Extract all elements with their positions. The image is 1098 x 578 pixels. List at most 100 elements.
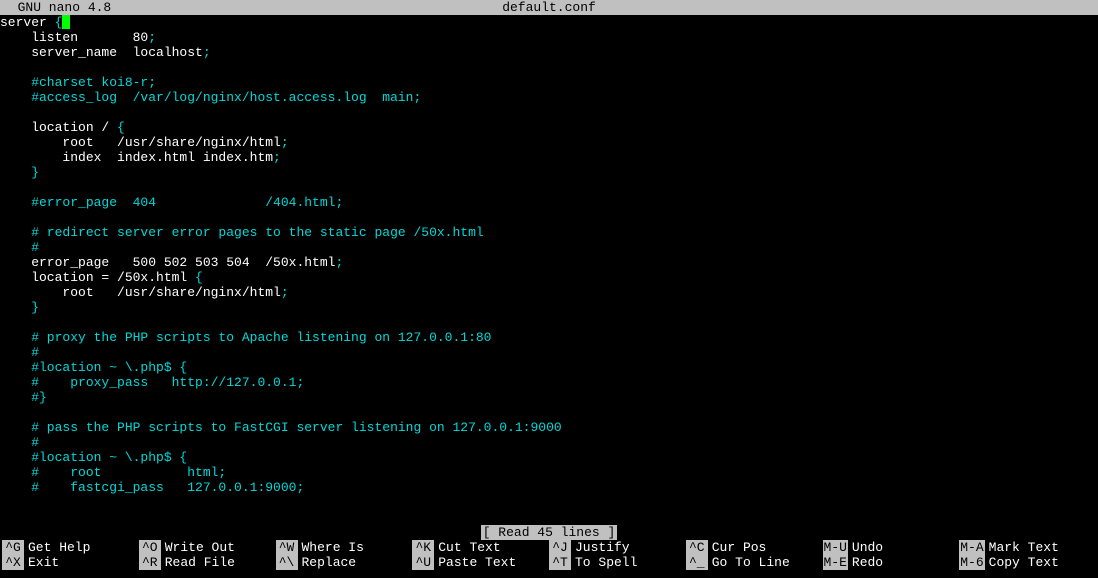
text-segment: #charset koi8-r; <box>0 75 156 90</box>
text-segment: ; <box>148 30 156 45</box>
shortcut-cut-text[interactable]: ^KCut Text <box>412 540 549 555</box>
shortcut-read-file[interactable]: ^RRead File <box>139 555 276 570</box>
editor-line[interactable]: # proxy_pass http://127.0.0.1; <box>0 375 1098 390</box>
shortcut-mark-text[interactable]: M-AMark Text <box>959 540 1096 555</box>
editor-line[interactable]: #charset koi8-r; <box>0 75 1098 90</box>
shortcut-key: M-6 <box>959 555 984 570</box>
editor-line[interactable]: error_page 500 502 503 504 /50x.html; <box>0 255 1098 270</box>
text-segment: { <box>55 15 63 30</box>
editor-line[interactable]: # redirect server error pages to the sta… <box>0 225 1098 240</box>
shortcut-key: M-A <box>959 540 984 555</box>
text-segment: error_page 500 502 503 504 /50x.html <box>0 255 335 270</box>
shortcut-desc: Get Help <box>24 540 90 555</box>
editor-line[interactable]: #error_page 404 /404.html; <box>0 195 1098 210</box>
shortcut-desc: Cut Text <box>434 540 500 555</box>
editor-line[interactable]: #location ~ \.php$ { <box>0 450 1098 465</box>
shortcut-justify[interactable]: ^JJustify <box>549 540 686 555</box>
shortcut-go-to-line[interactable]: ^_Go To Line <box>686 555 823 570</box>
shortcut-paste-text[interactable]: ^UPaste Text <box>412 555 549 570</box>
shortcut-row: ^XExit^RRead File^\Replace^UPaste Text^T… <box>0 555 1098 570</box>
shortcut-desc: Copy Text <box>985 555 1059 570</box>
editor-line[interactable]: server_name localhost; <box>0 45 1098 60</box>
editor-line[interactable] <box>0 180 1098 195</box>
text-segment: #location ~ \.php$ { <box>0 450 187 465</box>
titlebar-right-spacer <box>987 0 1096 15</box>
editor-line[interactable]: root /usr/share/nginx/html; <box>0 285 1098 300</box>
text-segment: #location ~ \.php$ { <box>0 360 187 375</box>
editor-line[interactable]: # root html; <box>0 465 1098 480</box>
editor-line[interactable]: } <box>0 300 1098 315</box>
text-segment: # root html; <box>0 465 226 480</box>
editor-line[interactable]: } <box>0 165 1098 180</box>
editor-line[interactable]: location / { <box>0 120 1098 135</box>
shortcut-replace[interactable]: ^\Replace <box>276 555 413 570</box>
shortcut-desc: Go To Line <box>708 555 790 570</box>
shortcut-exit[interactable]: ^XExit <box>2 555 139 570</box>
text-segment: } <box>31 300 39 315</box>
editor-line[interactable]: root /usr/share/nginx/html; <box>0 135 1098 150</box>
shortcut-key: ^W <box>276 540 298 555</box>
shortcut-desc: Read File <box>161 555 235 570</box>
editor-line[interactable]: # <box>0 345 1098 360</box>
text-segment: location / <box>0 120 117 135</box>
text-segment: # <box>0 435 39 450</box>
shortcut-key: ^C <box>686 540 708 555</box>
text-segment: index index.html index.htm <box>0 150 273 165</box>
shortcut-where-is[interactable]: ^WWhere Is <box>276 540 413 555</box>
shortcut-desc: Paste Text <box>434 555 516 570</box>
editor-line[interactable]: # proxy the PHP scripts to Apache listen… <box>0 330 1098 345</box>
status-line: [ Read 45 lines ] <box>0 525 1098 540</box>
text-segment: ; <box>273 150 281 165</box>
editor-line[interactable] <box>0 405 1098 420</box>
shortcut-key: ^T <box>549 555 571 570</box>
shortcut-get-help[interactable]: ^GGet Help <box>2 540 139 555</box>
text-segment: # pass the PHP scripts to FastCGI server… <box>0 420 562 435</box>
shortcut-to-spell[interactable]: ^TTo Spell <box>549 555 686 570</box>
text-segment <box>0 300 31 315</box>
shortcut-cur-pos[interactable]: ^CCur Pos <box>686 540 823 555</box>
shortcut-write-out[interactable]: ^OWrite Out <box>139 540 276 555</box>
text-segment: server_name localhost <box>0 45 203 60</box>
editor-line[interactable] <box>0 510 1098 525</box>
editor-line[interactable] <box>0 210 1098 225</box>
editor-line[interactable]: # pass the PHP scripts to FastCGI server… <box>0 420 1098 435</box>
text-segment: root /usr/share/nginx/html <box>0 285 281 300</box>
editor-line[interactable]: # <box>0 240 1098 255</box>
text-segment: ; <box>281 135 289 150</box>
editor-line[interactable] <box>0 60 1098 75</box>
shortcut-row: ^GGet Help^OWrite Out^WWhere Is^KCut Tex… <box>0 540 1098 555</box>
editor-line[interactable]: # fastcgi_pass 127.0.0.1:9000; <box>0 480 1098 495</box>
editor-line[interactable] <box>0 315 1098 330</box>
shortcut-key: ^U <box>412 555 434 570</box>
shortcut-desc: Exit <box>24 555 59 570</box>
editor-line[interactable]: location = /50x.html { <box>0 270 1098 285</box>
editor-line[interactable]: #location ~ \.php$ { <box>0 360 1098 375</box>
text-segment: ; <box>335 255 343 270</box>
shortcut-redo[interactable]: M-ERedo <box>823 555 960 570</box>
editor-line[interactable]: server { <box>0 15 1098 30</box>
shortcut-desc: Cur Pos <box>708 540 767 555</box>
editor-line[interactable]: index index.html index.htm; <box>0 150 1098 165</box>
text-segment: { <box>195 270 203 285</box>
shortcut-desc: To Spell <box>571 555 637 570</box>
editor-line[interactable] <box>0 495 1098 510</box>
editor-line[interactable]: # <box>0 435 1098 450</box>
shortcut-undo[interactable]: M-UUndo <box>823 540 960 555</box>
text-segment: } <box>31 165 39 180</box>
editor-line[interactable]: listen 80; <box>0 30 1098 45</box>
status-text: [ Read 45 lines ] <box>481 525 618 540</box>
text-segment: # <box>0 345 39 360</box>
text-segment: #} <box>0 390 47 405</box>
shortcut-key: ^X <box>2 555 24 570</box>
shortcut-key: ^G <box>2 540 24 555</box>
editor-line[interactable]: #} <box>0 390 1098 405</box>
editor-content[interactable]: server { listen 80; server_name localhos… <box>0 15 1098 525</box>
editor-line[interactable]: #access_log /var/log/nginx/host.access.l… <box>0 90 1098 105</box>
shortcut-desc: Where Is <box>298 540 364 555</box>
editor-line[interactable] <box>0 105 1098 120</box>
filename: default.conf <box>111 0 987 15</box>
shortcut-key: ^_ <box>686 555 708 570</box>
shortcut-desc: Replace <box>298 555 357 570</box>
shortcut-copy-text[interactable]: M-6Copy Text <box>959 555 1096 570</box>
shortcut-key: ^J <box>549 540 571 555</box>
